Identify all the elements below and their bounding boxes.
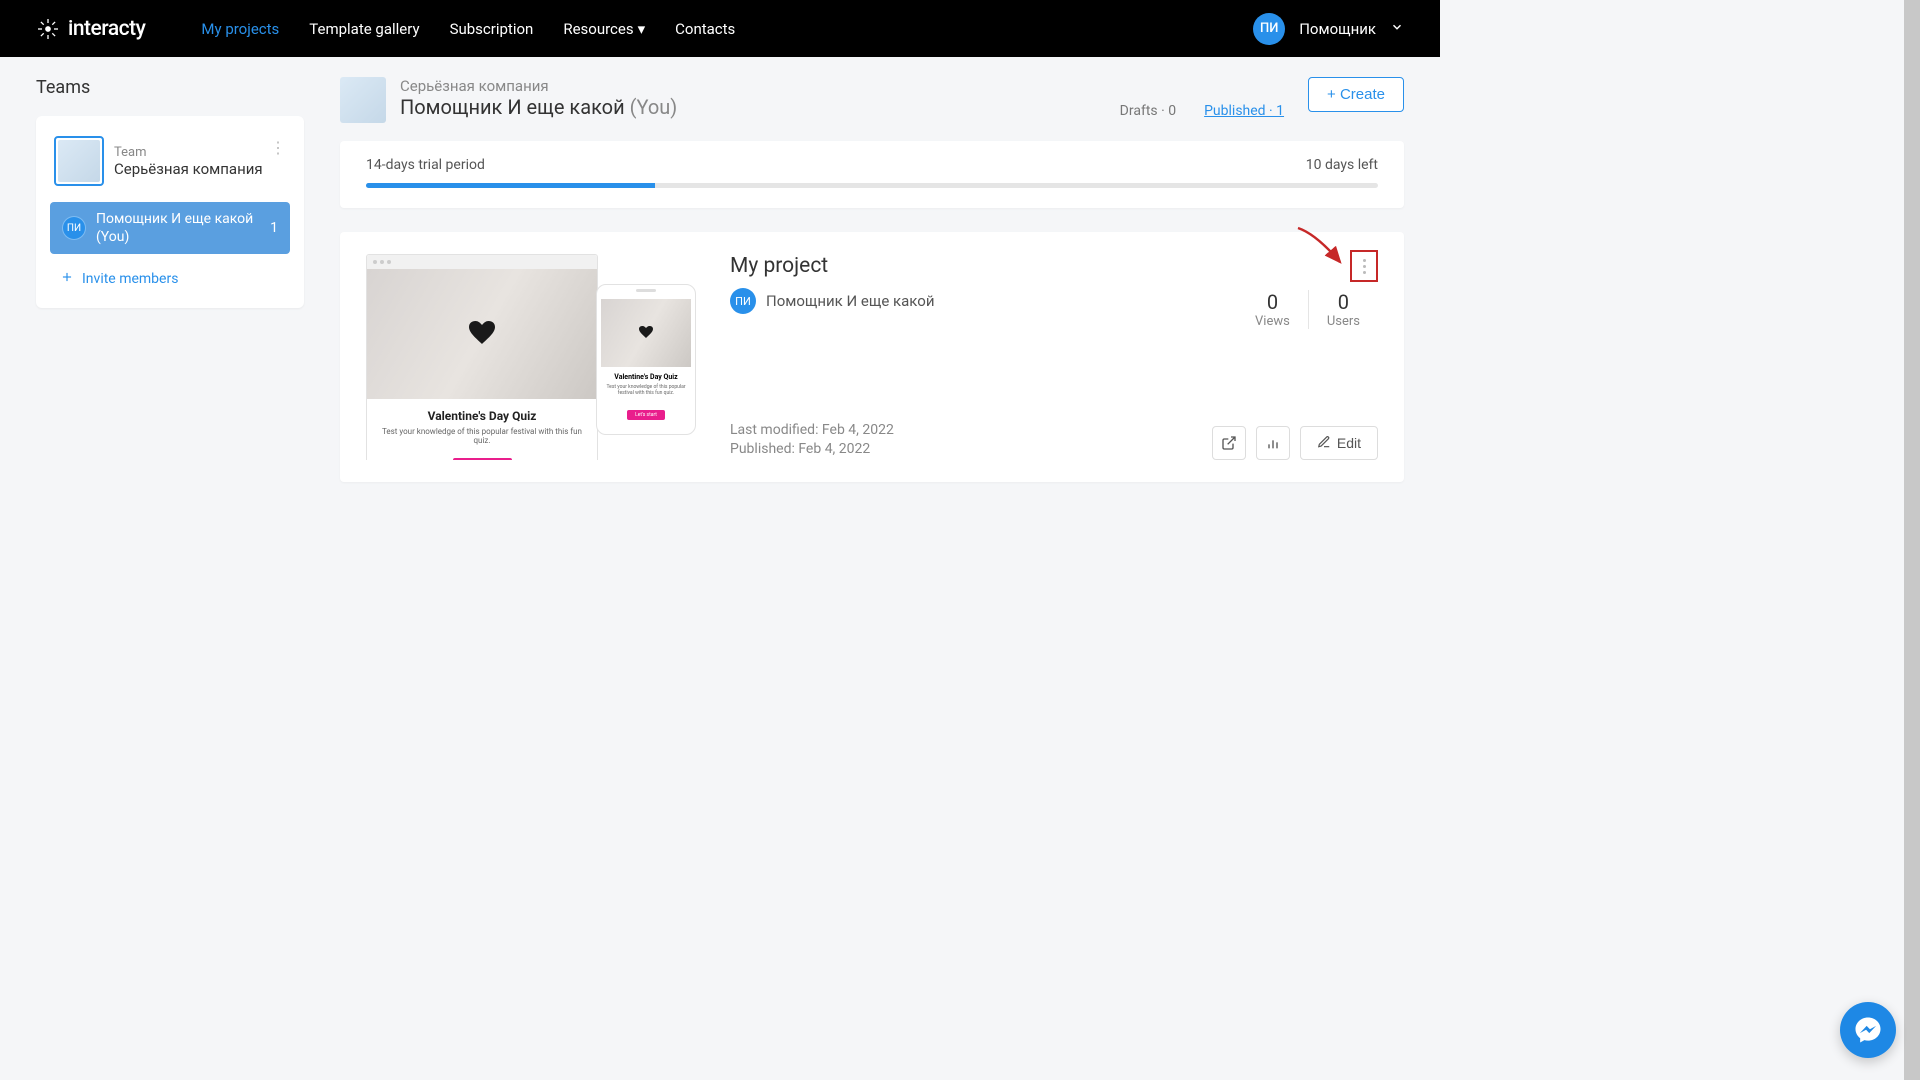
published-date: Published: Feb 4, 2022	[730, 440, 1178, 460]
open-external-button[interactable]	[1212, 426, 1246, 460]
org-title-you: (You)	[630, 95, 678, 119]
plus-icon	[60, 270, 74, 288]
user-avatar[interactable]: ПИ	[1253, 13, 1285, 45]
heart-icon	[639, 326, 653, 340]
edit-label: Edit	[1337, 435, 1361, 451]
member-avatar: ПИ	[62, 216, 86, 240]
phone-mock: Valentine's Day Quiz Test your knowledge…	[596, 284, 696, 435]
users-label: Users	[1327, 314, 1360, 329]
content: Серьёзная компания Помощник И еще какой …	[340, 77, 1404, 482]
member-item[interactable]: ПИ Помощник И еще какой (You) 1	[50, 202, 290, 254]
org-image	[340, 77, 386, 123]
last-modified: Last modified: Feb 4, 2022	[730, 421, 1178, 441]
phone-mock-button: Let's start	[627, 410, 665, 420]
views-value: 0	[1255, 290, 1290, 314]
teams-card: Team Серьёзная компания ⋮ ПИ Помощник И …	[36, 116, 304, 308]
nav-resources[interactable]: Resources ▾	[563, 20, 645, 38]
logo-icon	[36, 17, 60, 41]
edit-button[interactable]: Edit	[1300, 426, 1378, 460]
project-author: ПИ Помощник И еще какой	[730, 288, 1178, 314]
drafts-count[interactable]: Drafts · 0	[1120, 103, 1176, 119]
author-name: Помощник И еще какой	[766, 292, 934, 310]
org-title-main: Помощник И еще какой	[400, 95, 625, 119]
team-name: Серьёзная компания	[114, 160, 263, 178]
brand-text: interacty	[68, 17, 145, 41]
invite-label: Invite members	[82, 271, 178, 287]
content-header: Серьёзная компания Помощник И еще какой …	[340, 77, 1404, 123]
org-company: Серьёзная компания	[400, 77, 677, 95]
phone-mock-sub: Test your knowledge of this popular fest…	[605, 384, 687, 396]
views-label: Views	[1255, 314, 1290, 329]
trial-progress	[366, 183, 1378, 188]
member-count: 1	[270, 220, 278, 236]
chevron-down-icon[interactable]	[1390, 19, 1404, 38]
nav-template-gallery[interactable]: Template gallery	[309, 20, 419, 38]
browser-mock: Valentine's Day Quiz Test your knowledge…	[366, 254, 598, 460]
logo[interactable]: interacty	[36, 17, 145, 41]
author-avatar: ПИ	[730, 288, 756, 314]
stat-views: 0 Views	[1237, 290, 1309, 329]
trial-label: 14-days trial period	[366, 157, 485, 173]
users-value: 0	[1327, 290, 1360, 314]
kebab-icon	[1363, 259, 1366, 274]
mock-subtitle: Test your knowledge of this popular fest…	[375, 427, 589, 445]
scrollbar[interactable]	[1904, 0, 1920, 1080]
trial-remaining: 10 days left	[1306, 157, 1378, 173]
team-more-icon[interactable]: ⋮	[270, 138, 286, 157]
messenger-bubble[interactable]	[1840, 1002, 1896, 1058]
team-image	[54, 136, 104, 186]
nav-resources-label: Resources	[563, 20, 633, 38]
arrow-annotation	[1296, 226, 1346, 270]
org-title: Помощник И еще какой (You)	[400, 95, 677, 119]
phone-mock-title: Valentine's Day Quiz	[605, 373, 687, 381]
nav-my-projects[interactable]: My projects	[201, 20, 279, 38]
project-preview: Valentine's Day Quiz Test your knowledge…	[366, 254, 696, 460]
stats-button[interactable]	[1256, 426, 1290, 460]
sidebar-title: Teams	[36, 77, 304, 98]
caret-down-icon: ▾	[638, 20, 646, 38]
project-title: My project	[730, 254, 1178, 278]
mock-title: Valentine's Day Quiz	[375, 409, 589, 423]
project-more-button[interactable]	[1350, 250, 1378, 282]
project-info: My project ПИ Помощник И еще какой Last …	[730, 254, 1178, 460]
app-header: interacty My projects Template gallery S…	[0, 0, 1440, 57]
project-card: Valentine's Day Quiz Test your knowledge…	[340, 232, 1404, 482]
nav-contacts[interactable]: Contacts	[675, 20, 735, 38]
messenger-icon	[1853, 1015, 1883, 1045]
sidebar: Teams Team Серьёзная компания ⋮ ПИ Помощ…	[36, 77, 304, 482]
create-button[interactable]: + Create	[1308, 77, 1404, 112]
pencil-icon	[1317, 435, 1331, 452]
nav-subscription[interactable]: Subscription	[450, 20, 534, 38]
project-side: 0 Views 0 Users	[1212, 254, 1378, 460]
published-link[interactable]: Published · 1	[1204, 103, 1284, 119]
team-item[interactable]: Team Серьёзная компания ⋮	[50, 130, 290, 192]
mock-start-button: Let's start	[453, 458, 512, 460]
user-name: Помощник	[1299, 20, 1376, 38]
invite-members[interactable]: Invite members	[50, 264, 290, 294]
stat-users: 0 Users	[1309, 290, 1378, 329]
team-label: Team	[114, 145, 263, 160]
trial-card: 14-days trial period 10 days left	[340, 141, 1404, 208]
member-name: Помощник И еще какой (You)	[96, 210, 270, 246]
heart-icon	[469, 321, 495, 347]
